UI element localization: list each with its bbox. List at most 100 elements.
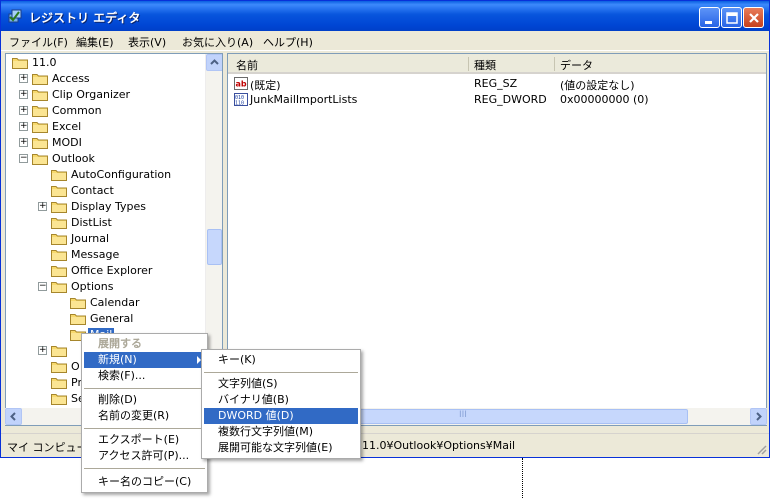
- svg-text:ab: ab: [236, 80, 247, 89]
- tree-item-label: DistList: [71, 216, 112, 229]
- list-row[interactable]: 010 110 JunkMailImportLists REG_DWORD 0x…: [228, 92, 766, 108]
- folder-icon: [12, 58, 28, 69]
- value-name: (既定): [250, 79, 281, 92]
- submenu-string-value[interactable]: 文字列値(S): [204, 376, 358, 392]
- expand-plus-icon[interactable]: +: [19, 106, 28, 115]
- menu-view[interactable]: 表示(V): [128, 34, 166, 50]
- resize-grip-icon[interactable]: [755, 443, 767, 455]
- folder-icon: [51, 170, 67, 181]
- collapse-minus-icon[interactable]: −: [38, 282, 47, 291]
- folder-icon: [32, 106, 48, 117]
- folder-icon: [32, 90, 48, 101]
- menu-new[interactable]: 新規(N): [84, 352, 205, 368]
- binary-value-icon: 010 110: [234, 93, 248, 106]
- expand-plus-icon[interactable]: +: [19, 138, 28, 147]
- folder-icon: [51, 250, 67, 261]
- tree-item-label: Journal: [71, 232, 110, 245]
- menu-find[interactable]: 検索(F)...: [84, 368, 205, 384]
- tree-item-label: Options: [71, 280, 114, 293]
- folder-icon: [51, 282, 67, 293]
- expand-plus-icon[interactable]: +: [38, 346, 47, 355]
- expand-plus-icon[interactable]: +: [19, 74, 28, 83]
- tree-item-label: Outlook: [52, 152, 95, 165]
- tree-item-label: Calendar: [90, 296, 140, 309]
- tree-item-label: Access: [52, 72, 90, 85]
- menu-bar: ファイル(F) 編集(E) 表示(V) お気に入り(A) ヘルプ(H): [1, 31, 769, 51]
- folder-icon: [51, 218, 67, 229]
- submenu-dword-value[interactable]: DWORD 値(D): [204, 408, 358, 424]
- expand-plus-icon[interactable]: +: [38, 202, 47, 211]
- submenu-key[interactable]: キー(K): [204, 352, 358, 368]
- column-separator[interactable]: [554, 57, 555, 71]
- chevron-right-icon: [756, 412, 762, 421]
- tree-item-label: Contact: [71, 184, 114, 197]
- folder-icon: [51, 266, 67, 277]
- close-icon: [749, 13, 759, 23]
- tree-item-label: AutoConfiguration: [71, 168, 172, 181]
- tree-item-label: Common: [52, 104, 102, 117]
- value-type: REG_SZ: [474, 77, 518, 90]
- collapse-minus-icon[interactable]: −: [19, 154, 28, 163]
- list-row[interactable]: ab (既定) REG_SZ (値の設定なし): [228, 76, 766, 92]
- new-submenu: キー(K) 文字列値(S) バイナリ値(B) DWORD 値(D) 複数行文字列…: [201, 349, 361, 459]
- menu-delete[interactable]: 削除(D): [84, 392, 205, 408]
- menu-separator: [204, 372, 358, 373]
- menu-help[interactable]: ヘルプ(H): [263, 34, 313, 50]
- folder-icon: [51, 394, 67, 405]
- dotted-guide-line: [522, 458, 523, 498]
- column-separator[interactable]: [468, 57, 469, 71]
- status-path: 11.0¥Outlook¥Options¥Mail: [362, 439, 516, 452]
- column-name-header[interactable]: 名前: [236, 57, 258, 73]
- window-title: レジストリ エディタ: [29, 11, 141, 25]
- menu-separator: [84, 388, 205, 389]
- tree-item-label: Office Explorer: [71, 264, 153, 277]
- folder-icon: [51, 186, 67, 197]
- folder-icon: [32, 154, 48, 165]
- folder-icon: [32, 122, 48, 133]
- folder-icon: [51, 378, 67, 389]
- maximize-button[interactable]: [721, 7, 742, 28]
- menu-edit[interactable]: 編集(E): [76, 34, 114, 50]
- submenu-multi-string-value[interactable]: 複数行文字列値(M): [204, 424, 358, 440]
- tree-item-label: General: [90, 312, 134, 325]
- column-type-header[interactable]: 種類: [474, 57, 496, 73]
- menu-new-label: 新規(N): [98, 353, 137, 366]
- folder-icon: [51, 202, 67, 213]
- menu-export[interactable]: エクスポート(E): [84, 432, 205, 448]
- tree-scroll-thumb[interactable]: [207, 229, 222, 265]
- maximize-icon: [726, 12, 738, 24]
- tree-item-label: Message: [71, 248, 120, 261]
- scroll-up-button[interactable]: [206, 54, 222, 71]
- menu-favorites[interactable]: お気に入り(A): [182, 34, 253, 50]
- submenu-expandable-string-value[interactable]: 展開可能な文字列値(E): [204, 440, 358, 456]
- minimize-button[interactable]: [699, 7, 720, 28]
- folder-icon: [70, 314, 86, 325]
- list-header: 名前 種類 データ: [228, 54, 766, 74]
- folder-icon: [51, 346, 67, 357]
- folder-icon: [70, 298, 86, 309]
- menu-expand[interactable]: 展開する: [84, 336, 205, 352]
- menu-separator: [84, 468, 205, 469]
- svg-text:110: 110: [235, 101, 244, 107]
- folder-icon: [32, 138, 48, 149]
- column-data-header[interactable]: データ: [560, 57, 593, 73]
- menu-permissions[interactable]: アクセス許可(P)...: [84, 448, 205, 464]
- string-value-icon: ab: [234, 77, 248, 90]
- expand-plus-icon[interactable]: +: [19, 122, 28, 131]
- submenu-binary-value[interactable]: バイナリ値(B): [204, 392, 358, 408]
- scroll-left-button[interactable]: [5, 408, 22, 425]
- menu-copy-key-name[interactable]: キー名のコピー(C): [84, 474, 205, 490]
- tree-item-label: MODI: [52, 136, 82, 149]
- menu-rename[interactable]: 名前の変更(R): [84, 408, 205, 424]
- folder-icon: [51, 362, 67, 373]
- expand-plus-icon[interactable]: +: [19, 90, 28, 99]
- tree-item-label: Display Types: [71, 200, 147, 213]
- menu-file[interactable]: ファイル(F): [9, 34, 68, 50]
- close-button[interactable]: [743, 7, 764, 28]
- scroll-right-button[interactable]: [750, 408, 767, 425]
- menu-separator: [84, 428, 205, 429]
- tree-item-label: Excel: [52, 120, 82, 133]
- minimize-icon: [705, 21, 712, 24]
- title-bar[interactable]: レジストリ エディタ: [1, 1, 769, 31]
- chevron-up-icon: [210, 59, 219, 65]
